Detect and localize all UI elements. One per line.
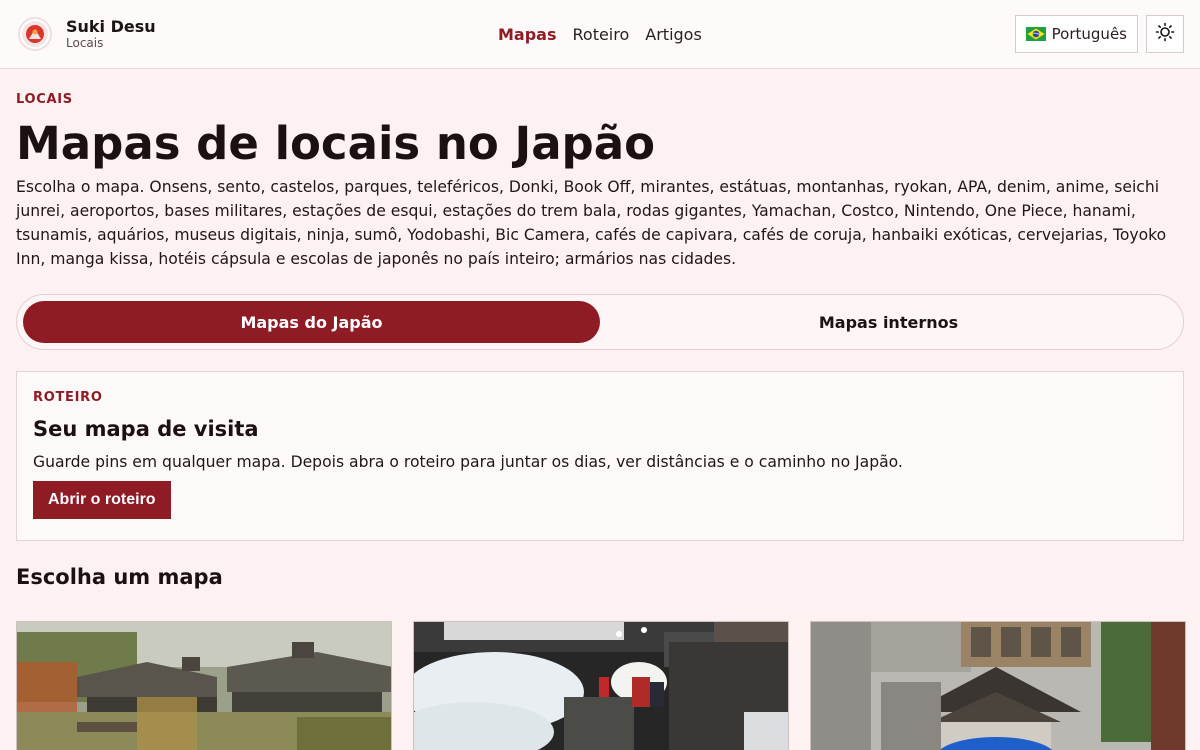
nav-mapas[interactable]: Mapas <box>498 25 557 44</box>
main-content: LOCAIS Mapas de locais no Japão Escolha … <box>0 92 1200 589</box>
main-nav: Mapas Roteiro Artigos <box>498 0 702 68</box>
site-header: Suki Desu Locais Mapas Roteiro Artigos P… <box>0 0 1200 69</box>
logo-icon <box>18 17 52 51</box>
card-text: Guarde pins em qualquer mapa. Depois abr… <box>33 453 903 471</box>
brazil-flag-icon <box>1025 27 1046 41</box>
map-card-image-snow-village[interactable] <box>413 621 789 750</box>
map-card-image-sento[interactable] <box>810 621 1186 750</box>
nav-artigos[interactable]: Artigos <box>645 25 702 44</box>
page-intro: Escolha o mapa. Onsens, sento, castelos,… <box>16 178 1167 268</box>
card-title: Seu mapa de visita <box>33 417 259 441</box>
brand-subtitle: Locais <box>66 36 104 51</box>
section-title: Escolha um mapa <box>16 565 223 589</box>
nav-roteiro[interactable]: Roteiro <box>573 25 630 44</box>
language-selector[interactable]: Português <box>1014 15 1138 53</box>
page-title: Mapas de locais no Japão <box>16 117 656 170</box>
page-eyebrow: LOCAIS <box>16 92 73 107</box>
card-eyebrow: ROTEIRO <box>33 390 103 405</box>
language-label: Português <box>1051 25 1127 43</box>
brand-name: Suki Desu <box>66 16 156 36</box>
theme-toggle-button[interactable] <box>1146 15 1184 53</box>
map-grid <box>16 621 1186 750</box>
itinerary-card: ROTEIRO Seu mapa de visita Guarde pins e… <box>16 371 1184 541</box>
brand[interactable]: Suki Desu Locais <box>18 17 156 51</box>
tab-mapas-do-japao[interactable]: Mapas do Japão <box>23 301 600 343</box>
tab-mapas-internos[interactable]: Mapas internos <box>600 301 1177 343</box>
sun-icon <box>1155 22 1175 46</box>
map-type-tabs: Mapas do Japão Mapas internos <box>16 294 1184 350</box>
map-card-image-onsen[interactable] <box>16 621 392 750</box>
open-itinerary-button[interactable]: Abrir o roteiro <box>33 481 171 519</box>
